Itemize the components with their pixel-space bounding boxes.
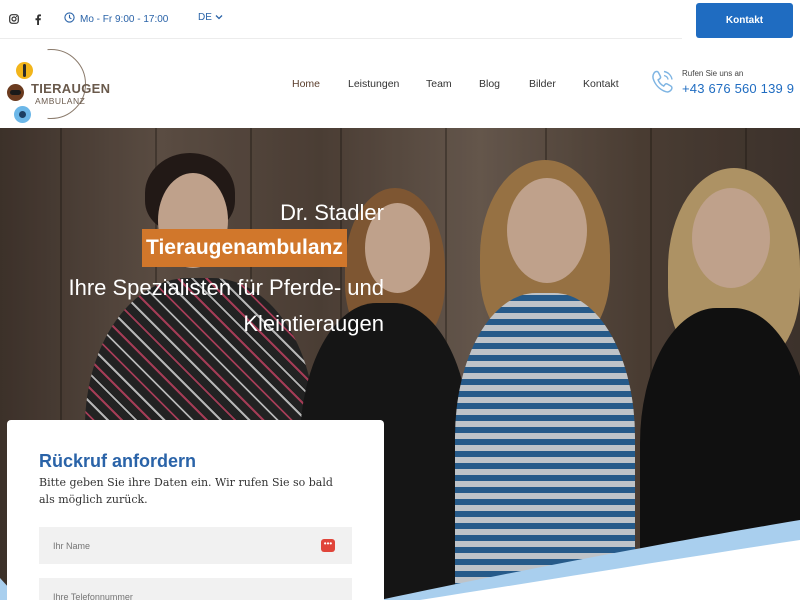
chevron-down-icon: [215, 12, 223, 23]
callback-form-card: [7, 420, 384, 600]
nav-leistungen[interactable]: Leistungen: [348, 78, 399, 90]
phone-number-link[interactable]: +43 676 560 139 9: [682, 81, 794, 96]
opening-hours: Mo - Fr 9:00 - 17:00: [64, 12, 168, 26]
logo-title: TIERAUGEN: [31, 81, 111, 96]
name-input[interactable]: [39, 527, 352, 564]
nav-home[interactable]: Home: [292, 78, 320, 90]
form-description: Bitte geben Sie ihre Daten ein. Wir rufe…: [39, 476, 333, 506]
logo[interactable]: TIERAUGEN AMBULANZ: [6, 49, 116, 123]
language-label: DE: [198, 12, 212, 23]
hero-heading-line1: Dr. Stadler: [280, 200, 384, 225]
hero-highlight: Tieraugenambulanz: [142, 229, 347, 267]
yellow-eye-icon: [16, 62, 33, 79]
hero-heading-line3: Ihre Spezialisten für Pferde- und Kleint…: [68, 275, 384, 336]
logo-subtitle: AMBULANZ: [35, 96, 86, 106]
brown-eye-icon: [7, 84, 24, 101]
instagram-icon[interactable]: [8, 13, 20, 25]
nav-team[interactable]: Team: [426, 78, 452, 90]
form-title: Rückruf anfordern: [39, 451, 197, 471]
top-bar: Mo - Fr 9:00 - 17:00 DE Kontakt: [0, 0, 800, 39]
header: TIERAUGEN AMBULANZ Home Leistungen Team …: [0, 39, 800, 128]
nav-bilder[interactable]: Bilder: [529, 78, 556, 90]
language-selector[interactable]: DE: [198, 12, 223, 23]
clock-icon: [64, 12, 75, 26]
blue-eye-icon: [14, 106, 31, 123]
autofill-badge-icon[interactable]: •••: [321, 539, 335, 552]
opening-hours-text: Mo - Fr 9:00 - 17:00: [80, 13, 169, 25]
phone-icon[interactable]: [648, 68, 676, 96]
nav-kontakt[interactable]: Kontakt: [583, 78, 619, 90]
nav-blog[interactable]: Blog: [479, 78, 500, 90]
call-label: Rufen Sie uns an: [682, 69, 744, 78]
contact-button[interactable]: Kontakt: [696, 3, 793, 38]
phone-input[interactable]: [39, 578, 352, 600]
facebook-icon[interactable]: [32, 13, 44, 25]
